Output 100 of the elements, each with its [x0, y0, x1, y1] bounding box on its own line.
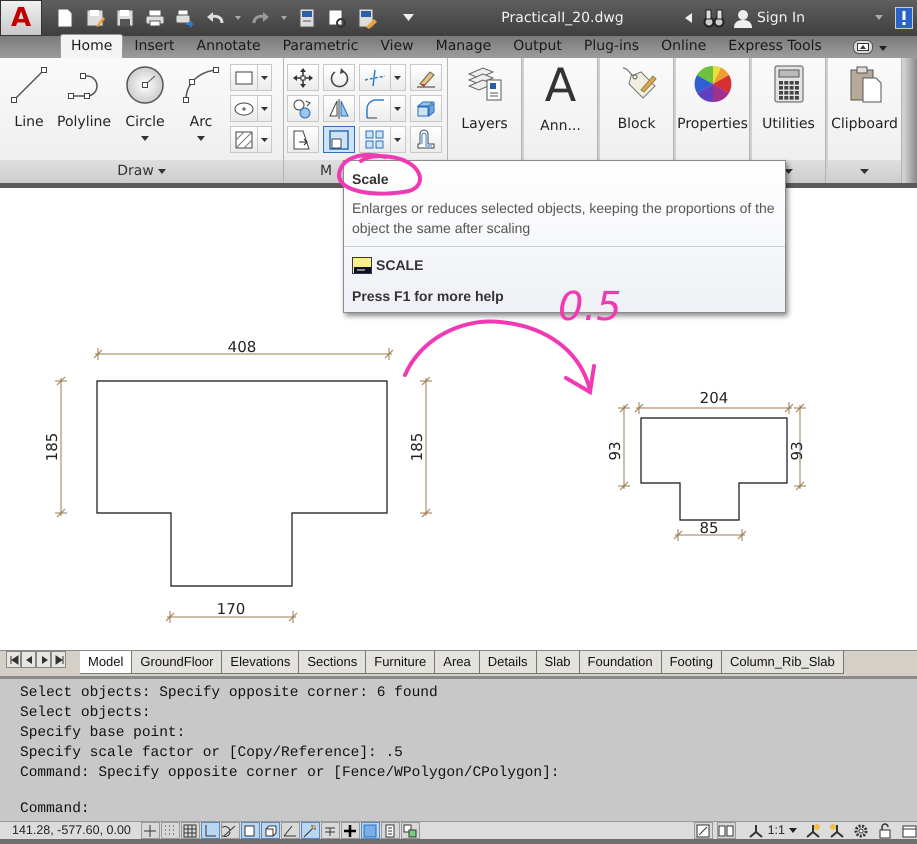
info-icon[interactable] [894, 7, 913, 29]
panel-title-button[interactable]: Draw [117, 161, 166, 182]
user-icon[interactable] [732, 8, 753, 28]
modify-tool-button[interactable] [323, 64, 355, 91]
dimension-text: 93 [788, 441, 806, 461]
match-properties-icon [356, 7, 378, 29]
tooltip-title: Scale [352, 170, 389, 189]
drafting-mode-icon [402, 822, 418, 838]
ribbon-tab[interactable]: View [369, 34, 425, 58]
drafting-toggle-button[interactable] [380, 822, 400, 839]
modify-tool-button[interactable] [410, 126, 442, 153]
command-history-line: Specify scale factor or [Copy/Reference]: .5 [20, 744, 404, 763]
layout-tab[interactable]: GroundFloor [132, 651, 222, 674]
layout-tab[interactable]: Slab [536, 651, 580, 674]
drafting-toggle-button[interactable] [220, 822, 240, 839]
layout-tab[interactable]: Sections [299, 651, 366, 674]
circle-icon [124, 64, 166, 106]
previous-tab-icon [24, 654, 34, 664]
ribbon-tab[interactable]: Express Tools [717, 34, 833, 58]
drafting-toggle-button[interactable] [320, 822, 340, 839]
scroll-left-icon[interactable] [684, 13, 693, 23]
ribbon-tab[interactable]: Output [502, 34, 573, 58]
caret-icon[interactable] [879, 46, 887, 52]
dimension-text: 185 [43, 432, 61, 462]
drafting-toggle-button[interactable] [140, 822, 160, 839]
ribbon-tab[interactable]: Parametric [272, 34, 370, 58]
drafting-toggle-button[interactable] [240, 822, 260, 839]
modify-tool-button[interactable] [410, 64, 442, 91]
drafting-toggle-button[interactable] [340, 822, 360, 839]
caret-icon[interactable] [874, 15, 883, 21]
binoculars-icon[interactable] [702, 7, 725, 29]
modify-tool-button[interactable] [287, 64, 319, 91]
sign-in-button[interactable]: Sign In [756, 8, 805, 28]
ribbon-tab[interactable]: Home [60, 34, 124, 58]
draw-tool-button[interactable]: Circle [114, 62, 176, 160]
toolbar-button[interactable] [84, 7, 106, 29]
drafting-mode-icon [182, 822, 198, 838]
layout-tab[interactable]: Elevations [222, 651, 300, 674]
move-icon [291, 66, 315, 90]
coordinates-readout: 141.28, -577.60, 0.00 [11, 822, 132, 840]
application-menu-button[interactable]: A [0, 0, 42, 36]
dropdown-button[interactable] [280, 15, 288, 21]
panel-title-button[interactable]: M [320, 161, 332, 182]
space-toggle-button[interactable] [694, 822, 713, 839]
tab-scroll-button[interactable] [36, 651, 51, 668]
tab-scroll-button[interactable] [51, 651, 66, 668]
dropdown-icon[interactable] [402, 13, 416, 23]
drafting-toggle-button[interactable] [300, 822, 320, 839]
draw-tool-button[interactable]: Polyline [54, 62, 114, 160]
dropdown-button[interactable] [234, 15, 242, 21]
drafting-toggle-button[interactable] [260, 822, 280, 839]
status-tray-button[interactable] [829, 822, 845, 838]
layout-tab[interactable]: Details [480, 651, 537, 674]
tooltip-description: Enlarges or reduces selected objects, keeping the proportions of the object the same after scaling [352, 199, 776, 238]
draw-tool-button[interactable] [230, 64, 272, 91]
draw-tool-button[interactable]: Line [4, 62, 54, 160]
caret-icon [261, 76, 268, 80]
drafting-toggle-button[interactable] [360, 822, 380, 839]
drafting-toggle-button[interactable] [160, 822, 180, 839]
layout-tab[interactable]: Column_Rib_Slab [722, 651, 844, 674]
drafting-toggle-button[interactable] [280, 822, 300, 839]
drafting-toggle-button[interactable] [200, 822, 220, 839]
space-toggle-button[interactable] [716, 822, 736, 839]
panel-expand-button[interactable] [860, 168, 869, 174]
layout-tab[interactable]: Footing [662, 651, 722, 674]
caret-icon [261, 138, 268, 142]
drafting-toggle-button[interactable] [400, 822, 420, 839]
ribbon-tab[interactable]: Annotate [186, 34, 272, 58]
tab-scroll-button[interactable] [6, 651, 21, 668]
layout-tab[interactable]: Model [80, 651, 132, 674]
draw-tool-button[interactable] [230, 126, 272, 153]
ribbon-tab[interactable]: Insert [123, 34, 186, 58]
drafting-mode-icon [142, 822, 158, 838]
draw-tool-button[interactable]: Arc [176, 62, 226, 160]
layout-tab[interactable]: Area [435, 651, 480, 674]
ribbon-tab[interactable]: Manage [424, 34, 502, 58]
layout-tab[interactable]: Furniture [366, 651, 436, 674]
caret-icon [860, 168, 869, 174]
modify-tool-button[interactable] [323, 95, 355, 122]
modify-tool-button[interactable] [287, 95, 319, 122]
dimension-text: 85 [699, 519, 719, 537]
modify-tool-button[interactable] [323, 126, 355, 153]
save-as-icon [84, 7, 106, 29]
toolbar-button[interactable] [356, 7, 378, 29]
scale-icon [327, 128, 351, 152]
tab-scroll-button[interactable] [21, 651, 36, 668]
minimize-ribbon-button[interactable] [853, 40, 873, 54]
status-tray-button[interactable] [805, 822, 821, 838]
draw-tool-button[interactable] [230, 95, 272, 122]
status-tray-button[interactable] [877, 822, 893, 838]
caret-icon [158, 169, 166, 174]
status-tray-button[interactable] [901, 822, 917, 838]
layout-tab[interactable]: Foundation [580, 651, 662, 674]
toolbar-button[interactable] [114, 7, 136, 29]
drafting-toggle-button[interactable] [180, 822, 200, 839]
modify-tool-button[interactable] [287, 126, 319, 153]
status-tray-button[interactable] [853, 822, 869, 838]
ribbon-tab[interactable]: Plug-ins [572, 34, 650, 58]
annotation-scale-button[interactable]: 1:1 [748, 821, 797, 840]
ribbon-tab[interactable]: Online [650, 34, 718, 58]
